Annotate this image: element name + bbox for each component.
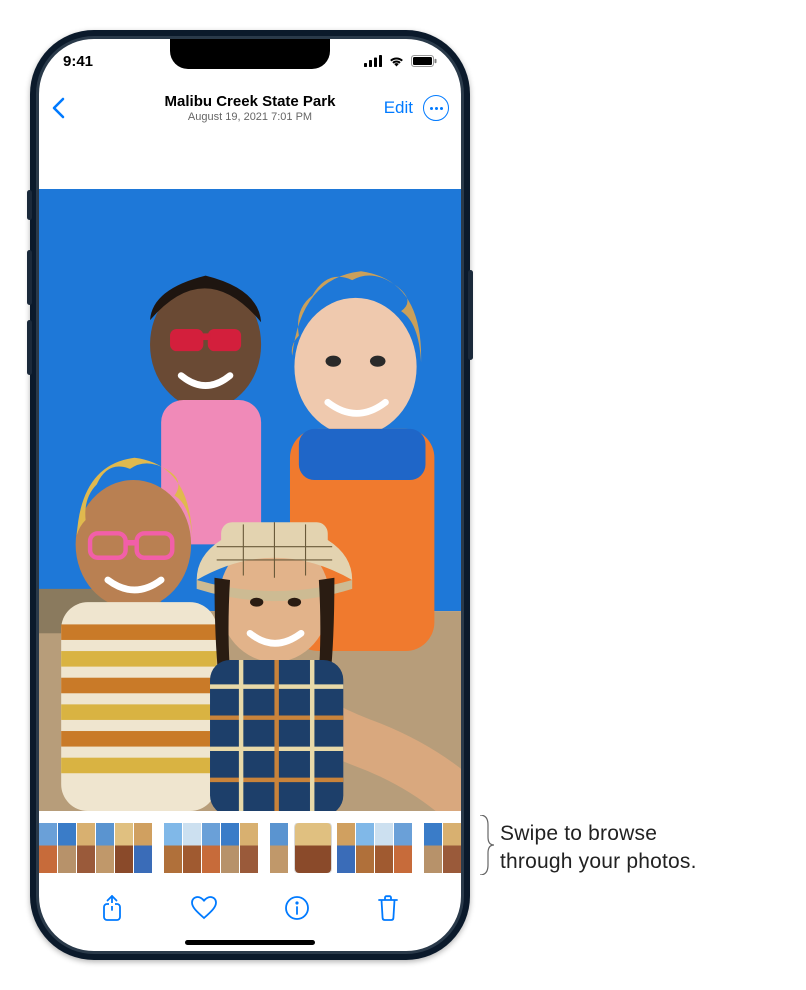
volume-up-button (27, 250, 32, 305)
filmstrip-thumbnail[interactable] (375, 823, 393, 873)
callout-bracket (478, 815, 494, 875)
filmstrip-thumbnail[interactable] (424, 823, 442, 873)
back-button[interactable] (51, 97, 65, 119)
filmstrip-thumbnail[interactable] (356, 823, 374, 873)
battery-icon (411, 55, 437, 67)
filmstrip-thumbnail[interactable] (77, 823, 95, 873)
filmstrip-thumbnail[interactable] (183, 823, 201, 873)
main-photo (39, 189, 461, 811)
filmstrip-gap (259, 823, 269, 873)
filmstrip-thumbnail[interactable] (221, 823, 239, 873)
filmstrip-gap (153, 823, 163, 873)
callout-text: Swipe to browse through your photos. (500, 820, 790, 877)
filmstrip-thumbnail[interactable] (39, 823, 57, 873)
delete-button[interactable] (376, 894, 400, 922)
heart-icon (190, 895, 218, 921)
home-indicator[interactable] (185, 940, 315, 945)
filmstrip-thumbnail[interactable] (240, 823, 258, 873)
filmstrip-thumbnail[interactable] (164, 823, 182, 873)
edit-button[interactable]: Edit (384, 98, 413, 118)
filmstrip-thumbnail[interactable] (134, 823, 152, 873)
info-icon (284, 895, 310, 921)
filmstrip-thumbnail[interactable] (394, 823, 412, 873)
favorite-button[interactable] (190, 895, 218, 921)
status-time: 9:41 (63, 53, 93, 70)
side-button (468, 270, 473, 360)
iphone-device-frame: 9:41 (30, 30, 470, 960)
filmstrip-thumbnail[interactable] (270, 823, 288, 873)
cellular-icon (364, 55, 382, 67)
filmstrip-scrubber[interactable] (39, 823, 461, 873)
filmstrip-thumbnail[interactable] (115, 823, 133, 873)
ellipsis-icon (430, 107, 433, 110)
filmstrip-thumbnail[interactable] (58, 823, 76, 873)
silence-switch (27, 190, 32, 220)
callout-line-2: through your photos. (500, 848, 790, 876)
share-button[interactable] (100, 894, 124, 922)
filmstrip-thumbnail[interactable] (337, 823, 355, 873)
filmstrip-thumbnail[interactable] (295, 823, 331, 873)
share-icon (100, 894, 124, 922)
notch (170, 39, 330, 69)
bottom-toolbar (39, 883, 461, 933)
callout-line-1: Swipe to browse (500, 820, 790, 848)
nav-bar: Malibu Creek State Park August 19, 2021 … (39, 83, 461, 133)
filmstrip-thumbnail[interactable] (202, 823, 220, 873)
volume-down-button (27, 320, 32, 375)
filmstrip-thumbnail[interactable] (96, 823, 114, 873)
info-button[interactable] (284, 895, 310, 921)
main-photo-viewport[interactable] (39, 189, 461, 811)
more-button[interactable] (423, 95, 449, 121)
trash-icon (376, 894, 400, 922)
filmstrip-gap (413, 823, 423, 873)
filmstrip-thumbnail[interactable] (443, 823, 461, 873)
wifi-icon (388, 55, 405, 67)
